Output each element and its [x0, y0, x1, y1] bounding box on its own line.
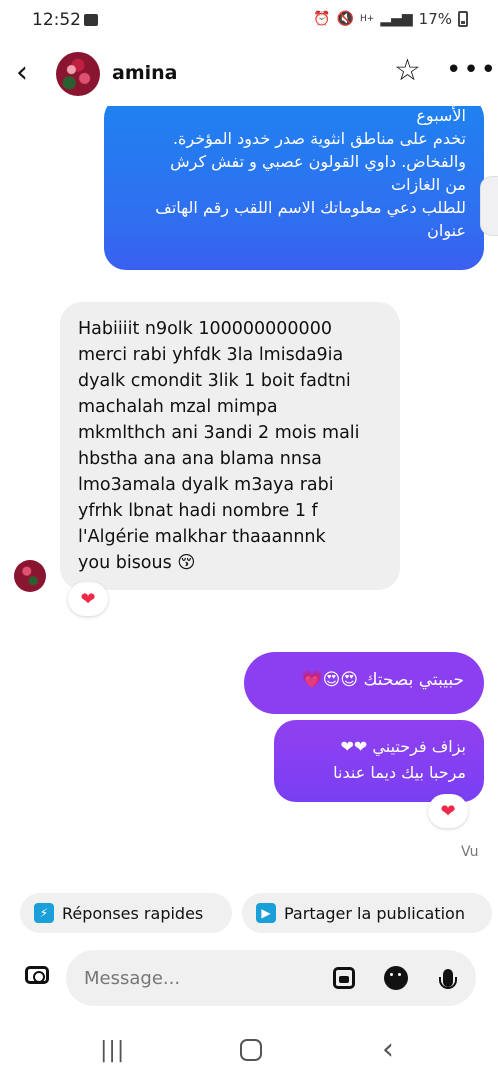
- play-icon: ▶: [256, 903, 276, 923]
- mute-icon: 🔇: [336, 11, 355, 27]
- message-line: dyalk cmondit 3lik 1 boit fadtni: [78, 371, 351, 391]
- message-line: من الغازات: [391, 175, 466, 194]
- message-line: merci rabi yhfdk 3la lmisda9ia: [78, 345, 344, 365]
- sent-message-bubble[interactable]: حبيبتي بصحتك 😍😍💗: [244, 652, 484, 714]
- recents-icon[interactable]: |||: [100, 1038, 125, 1063]
- more-icon[interactable]: •••: [446, 57, 498, 83]
- message-line: mkmlthch ani 3andi 2 mois mali: [78, 423, 360, 443]
- quick-replies-label: Réponses rapides: [62, 903, 204, 923]
- shared-post-preview[interactable]: [480, 176, 498, 236]
- home-icon[interactable]: [240, 1039, 262, 1061]
- avatar[interactable]: [56, 52, 100, 96]
- system-nav-bar: ||| ‹: [0, 1020, 498, 1080]
- contact-name[interactable]: amina: [112, 62, 177, 84]
- message-line: yfrhk lbnat hadi nombre 1 f: [78, 501, 318, 521]
- message-line: hbstha ana ana blama nnsa: [78, 449, 322, 469]
- message-line: مرحبا بيك ديما عندنا: [333, 763, 466, 782]
- lightning-icon: ⚡: [34, 903, 54, 923]
- status-time: 12:52: [32, 10, 81, 30]
- message-line: الأسبوع: [416, 106, 466, 125]
- message-line: l'Algérie malkhar thaaannnk: [78, 527, 326, 547]
- message-line: والفخاض. داوي القولون عصبي و تفش كرش: [170, 152, 466, 171]
- share-post-label: Partager la publication: [284, 903, 465, 923]
- message-line: you bisous 😚: [78, 553, 196, 573]
- message-line: للطلب دعي معلوماتك الاسم اللقب رقم الهات…: [155, 198, 466, 217]
- share-post-button[interactable]: ▶ Partager la publication: [242, 893, 492, 933]
- sent-message-bubble[interactable]: بزاف فرحتيني ❤❤ مرحبا بيك ديما عندنا: [274, 720, 484, 802]
- message-line: machalah mzal mimpa: [78, 397, 278, 417]
- chat-header: ‹ amina ☆ •••: [0, 44, 498, 106]
- network-icon: H+: [360, 14, 375, 24]
- back-icon[interactable]: ‹: [16, 58, 44, 88]
- heart-reaction-icon[interactable]: ❤: [428, 794, 468, 828]
- camera-icon[interactable]: [18, 956, 56, 994]
- alarm-icon: ⏰: [313, 11, 331, 27]
- message-line: بزاف فرحتيني ❤❤: [340, 737, 466, 756]
- message-line: Habiiiit n9olk 100000000000: [78, 319, 332, 339]
- star-icon[interactable]: ☆: [394, 56, 421, 86]
- message-composer: [18, 950, 478, 1006]
- microphone-icon[interactable]: [434, 964, 462, 992]
- message-line: lmo3amala dyalk m3aya rabi: [78, 475, 334, 495]
- status-right: ⏰ 🔇 H+ ▂▄▆ 17%: [313, 10, 468, 28]
- back-nav-icon[interactable]: ‹: [382, 1032, 394, 1067]
- message-line: تخدم على مناطق انثوية صدر خدود المؤخرة.: [172, 129, 466, 148]
- message-line: عنوان: [427, 221, 466, 240]
- sent-message-bubble[interactable]: الأسبوع تخدم على مناطق انثوية صدر خدود ا…: [104, 106, 484, 270]
- battery-icon: [458, 11, 468, 27]
- sticker-icon[interactable]: [382, 964, 410, 992]
- battery-percent: 17%: [418, 10, 452, 28]
- gallery-notification-icon: [84, 14, 98, 26]
- seen-status: Vu: [461, 844, 479, 860]
- gallery-icon[interactable]: [330, 964, 358, 992]
- heart-reaction-icon[interactable]: ❤: [68, 582, 108, 616]
- message-list[interactable]: الأسبوع تخدم على مناطق انثوية صدر خدود ا…: [0, 106, 498, 876]
- received-message-bubble[interactable]: Habiiiit n9olk 100000000000 merci rabi y…: [60, 302, 400, 590]
- message-input[interactable]: [66, 950, 476, 1006]
- sender-avatar[interactable]: [14, 560, 46, 592]
- quick-replies-button[interactable]: ⚡ Réponses rapides: [20, 893, 232, 933]
- status-bar: 12:52 ⏰ 🔇 H+ ▂▄▆ 17%: [0, 0, 498, 40]
- signal-icon: ▂▄▆: [380, 11, 413, 27]
